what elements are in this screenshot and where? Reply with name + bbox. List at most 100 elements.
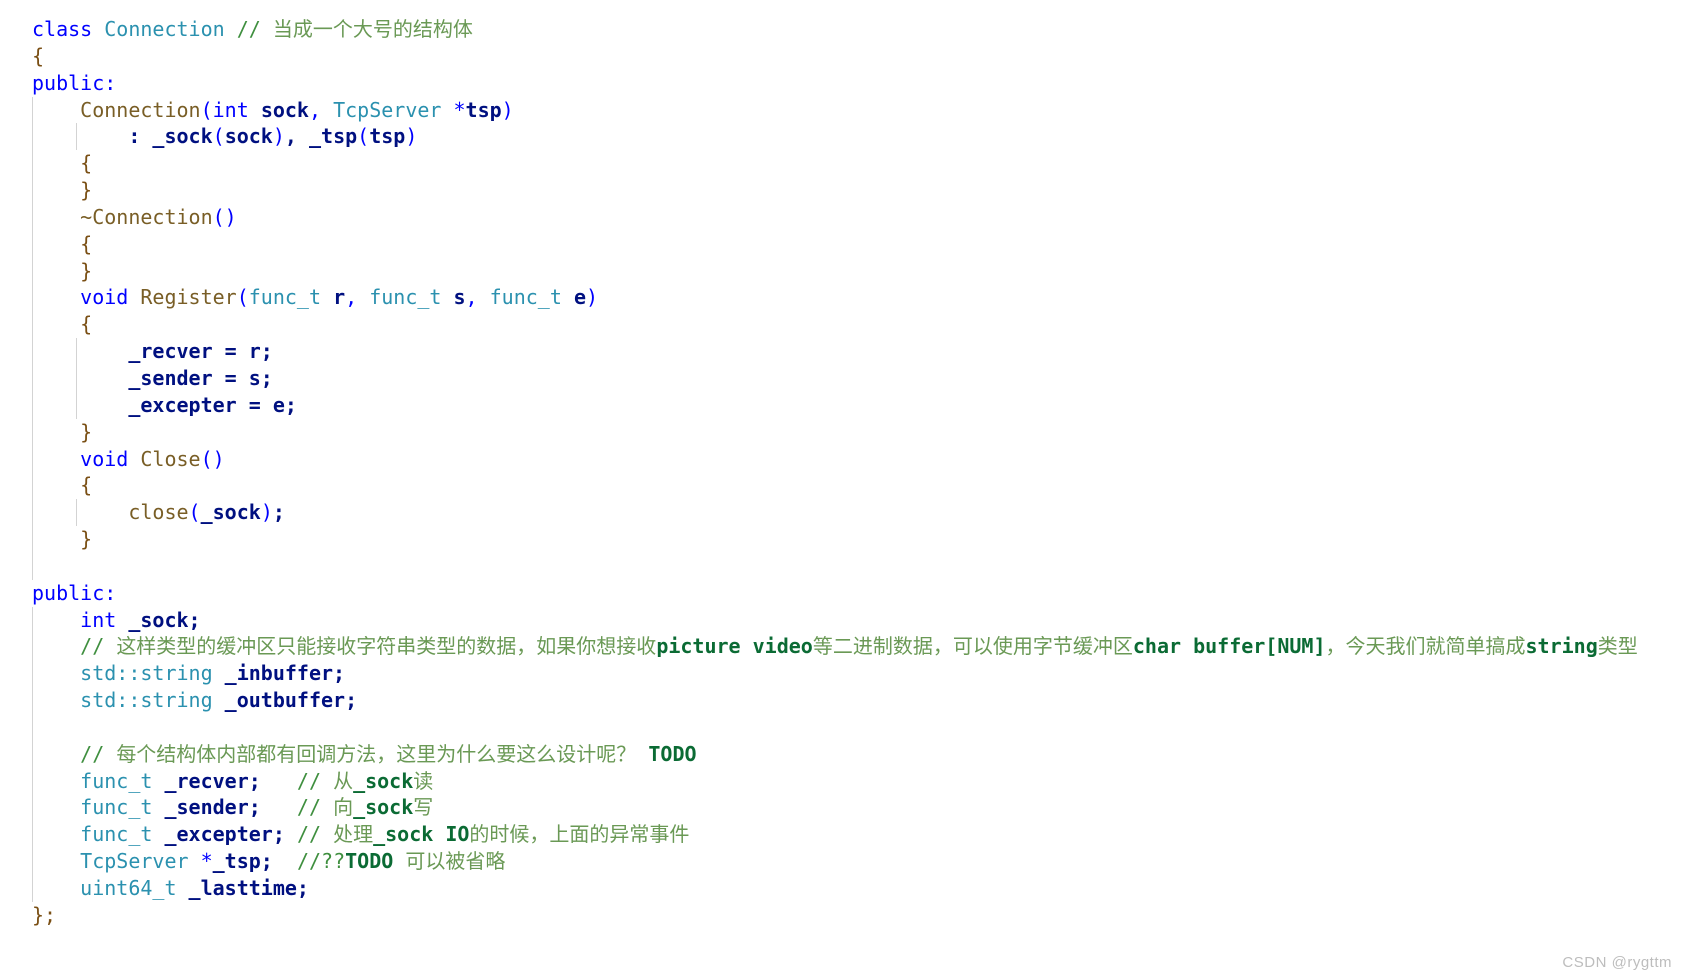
code-line: { <box>0 230 1684 258</box>
code-line: int _sock; <box>0 606 1684 634</box>
token-type: TcpServer <box>333 97 442 122</box>
token-member: _recver <box>128 339 213 364</box>
token-type: Connection <box>104 17 225 41</box>
token-param: e <box>573 285 586 310</box>
indent-guide <box>32 177 33 204</box>
token-param: tsp <box>465 97 502 122</box>
token-comment-code: TODO <box>345 849 394 874</box>
csdn-watermark: CSDN @rygttm <box>1562 954 1672 971</box>
indent-guide <box>32 257 33 285</box>
token-comment-cjk: 读 <box>413 768 434 793</box>
token-comment-code: TODO <box>648 741 697 766</box>
token-brace: }; <box>32 902 57 927</box>
code-line: { <box>0 472 1684 500</box>
indent-guide <box>32 150 33 178</box>
token-parens: () <box>212 204 237 229</box>
token-destructor-name: ~Connection <box>80 204 213 229</box>
token-comment-cjk: 的时候，上面的异常事件 <box>469 822 690 847</box>
token-value: r; <box>248 339 273 364</box>
token-comma: , <box>465 285 490 310</box>
indent-guide <box>32 203 33 231</box>
code-line: { <box>0 43 1684 70</box>
token-paren: ( <box>188 500 201 525</box>
code-line: } <box>0 257 1684 285</box>
token-member: _recver; <box>164 768 261 793</box>
indent-guide <box>32 633 33 661</box>
code-line: func_t _recver; // 从_sock读 <box>0 767 1684 795</box>
indent-guide <box>32 660 33 688</box>
token-type: std::string <box>80 661 213 686</box>
token-function-name: Connection <box>80 97 201 122</box>
token-comment-cjk: 当成一个大号的结构体 <box>272 17 473 41</box>
token-comment-slashes: // <box>80 634 105 659</box>
token-paren: ( <box>357 124 370 149</box>
token-comment-slashes: // <box>80 741 105 766</box>
token-comment-slashes: // <box>296 768 322 793</box>
token-keyword: int <box>80 607 117 632</box>
code-line-comment: // 这样类型的缓冲区只能接收字符串类型的数据，如果你想接收picture vi… <box>0 633 1684 661</box>
token-member: _sender; <box>164 795 261 820</box>
indent-guide <box>32 713 33 741</box>
indent-guide <box>76 123 77 151</box>
token-function-name: Close <box>140 446 201 471</box>
token-keyword: void <box>80 446 129 471</box>
indent-guide <box>32 767 33 795</box>
code-line: _recver = r; <box>0 338 1684 365</box>
indent-guide <box>76 391 77 419</box>
token-star: * <box>200 849 213 874</box>
indent-guide <box>32 472 33 500</box>
token-param: r <box>333 285 346 310</box>
token-comment-code: _sock IO <box>373 822 470 847</box>
token-comma: , <box>345 285 370 310</box>
token-param: sock <box>260 97 309 122</box>
code-line: ~Connection() <box>0 203 1684 231</box>
token-arg: _sock <box>200 500 261 525</box>
token-member: _tsp; <box>212 849 273 874</box>
code-editor-view[interactable]: class Connection // 当成一个大号的结构体 { public:… <box>0 0 1684 979</box>
code-line: Connection(int sock, TcpServer *tsp) <box>0 96 1684 124</box>
code-line: { <box>0 150 1684 178</box>
token-paren: ( <box>200 97 213 122</box>
token-member: _outbuffer; <box>224 688 358 713</box>
code-line: std::string _inbuffer; <box>0 660 1684 688</box>
token-member: _sender <box>128 365 213 390</box>
token-colon: : <box>128 124 153 149</box>
token-comment-cjk: 写 <box>413 795 434 820</box>
token-paren: ( <box>236 285 249 310</box>
token-type: std::string <box>80 688 213 713</box>
code-line-blank <box>0 713 1684 741</box>
token-operator: = <box>236 392 273 417</box>
token-type: func_t <box>248 285 322 310</box>
token-arg: tsp <box>369 124 406 149</box>
indent-guide <box>32 338 33 365</box>
code-line: void Close() <box>0 445 1684 473</box>
token-comment-cjk: ，今天我们就简单搞成 <box>1325 634 1526 659</box>
code-line: } <box>0 177 1684 204</box>
token-type: func_t <box>489 285 562 310</box>
indent-guide <box>32 687 33 714</box>
